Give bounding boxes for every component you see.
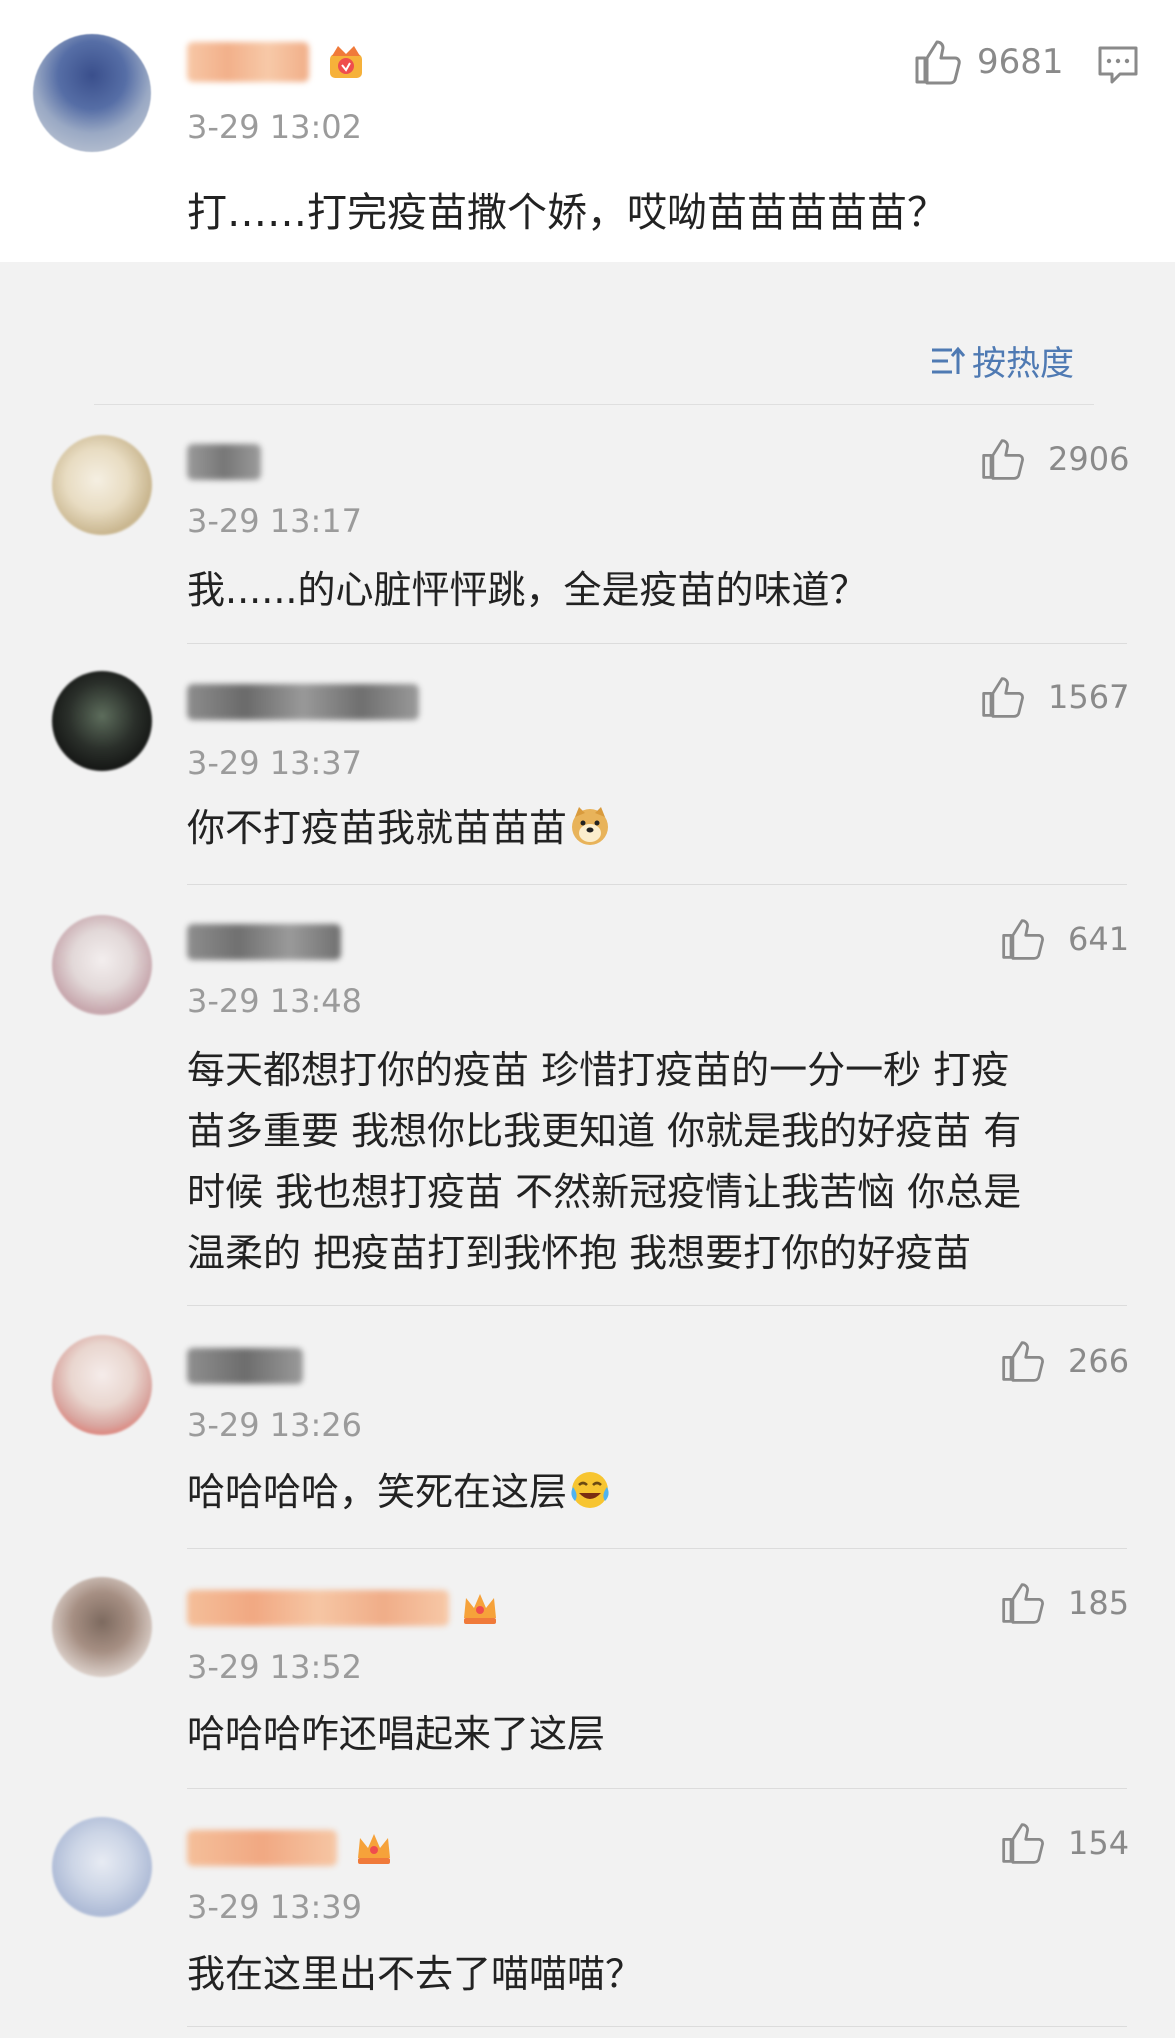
divider (187, 643, 1127, 644)
comment-text: 打……打完疫苗撒个娇，哎呦苗苗苗苗苗？ (187, 190, 947, 236)
avatar[interactable] (33, 34, 151, 152)
thumbs-up-icon (915, 40, 961, 85)
comment-time: 3-29 13:37 (187, 744, 363, 782)
divider (94, 404, 1094, 405)
vip-crown-icon (464, 1594, 496, 1624)
comment-text: 我在这里出不去了喵喵喵？ (187, 1952, 644, 1996)
divider (187, 1548, 1127, 1549)
sort-icon (932, 346, 966, 374)
like-button[interactable]: 185 (1000, 1580, 1129, 1626)
username-blurred[interactable] (187, 1830, 337, 1866)
avatar[interactable] (52, 435, 152, 535)
comment-text-content: 哈哈哈哈，笑死在这层 (187, 1470, 568, 1514)
like-button[interactable]: 2906 (980, 436, 1129, 482)
comment-time: 3-29 13:17 (187, 502, 363, 540)
like-count: 641 (1068, 920, 1130, 958)
like-count: 2906 (1048, 440, 1130, 478)
username-blurred[interactable] (187, 444, 261, 480)
comment-text: 你不打疫苗我就苗苗苗 (187, 798, 611, 859)
vip-crown-icon (358, 1834, 390, 1864)
avatar[interactable] (52, 1577, 152, 1677)
thumbs-up-icon (1002, 1583, 1044, 1624)
like-count: 1567 (1048, 678, 1130, 716)
thumbs-up-icon (982, 439, 1024, 480)
like-button[interactable]: 641 (1000, 916, 1129, 962)
comment-text: 哈哈哈咋还唱起来了这层 (187, 1712, 606, 1756)
like-count: 185 (1068, 1584, 1130, 1622)
username-blurred[interactable] (187, 42, 309, 82)
like-button[interactable]: 266 (1000, 1338, 1129, 1384)
like-button[interactable]: 9681 (913, 38, 1064, 86)
thumbs-up-icon (982, 677, 1024, 718)
comment-text-line: 苗多重要 我想你比我更知道 你就是我的好疫苗 有 (187, 1109, 1022, 1153)
comment-time: 3-29 13:26 (187, 1406, 363, 1444)
main-comment-card: 3-29 13:02 打……打完疫苗撒个娇，哎呦苗苗苗苗苗？ 9681 (0, 0, 1175, 262)
avatar[interactable] (52, 1817, 152, 1917)
divider (187, 2026, 1127, 2027)
avatar[interactable] (52, 915, 152, 1015)
username-blurred[interactable] (187, 684, 419, 720)
sort-label: 按热度 (972, 344, 1074, 384)
sort-by-hot-button[interactable]: 按热度 (930, 336, 1074, 385)
like-button[interactable]: 1567 (980, 674, 1129, 720)
like-count: 266 (1068, 1342, 1130, 1380)
comment-time: 3-29 13:48 (187, 982, 363, 1020)
divider (187, 1305, 1127, 1306)
laugh-cry-emoji-icon (571, 1472, 609, 1508)
like-count: 9681 (977, 42, 1064, 82)
comment-time: 3-29 13:02 (187, 108, 363, 146)
comment-text: 我......的心脏怦怦跳，全是疫苗的味道？ (187, 568, 868, 612)
thumbs-up-icon (1002, 1823, 1044, 1864)
comment-text-line: 时候 我也想打疫苗 不然新冠疫情让我苦恼 你总是 (187, 1170, 1022, 1214)
comment-text-content: 你不打疫苗我就苗苗苗 (187, 806, 568, 850)
reply-icon[interactable] (1096, 42, 1140, 86)
comment-time: 3-29 13:52 (187, 1648, 363, 1686)
comment-time: 3-29 13:39 (187, 1888, 363, 1926)
comment-text: 每天都想打你的疫苗 珍惜打疫苗的一分一秒 打疫 苗多重要 我想你比我更知道 你就… (187, 1040, 1021, 1284)
avatar[interactable] (52, 1335, 152, 1435)
username-blurred[interactable] (187, 1348, 303, 1384)
divider (187, 1788, 1127, 1789)
comment-text-line: 每天都想打你的疫苗 珍惜打疫苗的一分一秒 打疫 (187, 1048, 1010, 1092)
doge-emoji-icon (572, 807, 609, 845)
thumbs-up-icon (1002, 1341, 1044, 1382)
comment-text: 哈哈哈哈，笑死在这层 (187, 1462, 611, 1523)
like-count: 154 (1068, 1824, 1130, 1862)
vip-crown-icon (330, 46, 362, 78)
like-button[interactable]: 154 (1000, 1820, 1129, 1866)
thumbs-up-icon (1002, 919, 1044, 960)
username-blurred[interactable] (187, 1590, 449, 1626)
divider (187, 884, 1127, 885)
comment-text-line: 温柔的 把疫苗打到我怀抱 我想要打你的好疫苗 (187, 1231, 972, 1275)
avatar[interactable] (52, 671, 152, 771)
username-blurred[interactable] (187, 924, 341, 960)
